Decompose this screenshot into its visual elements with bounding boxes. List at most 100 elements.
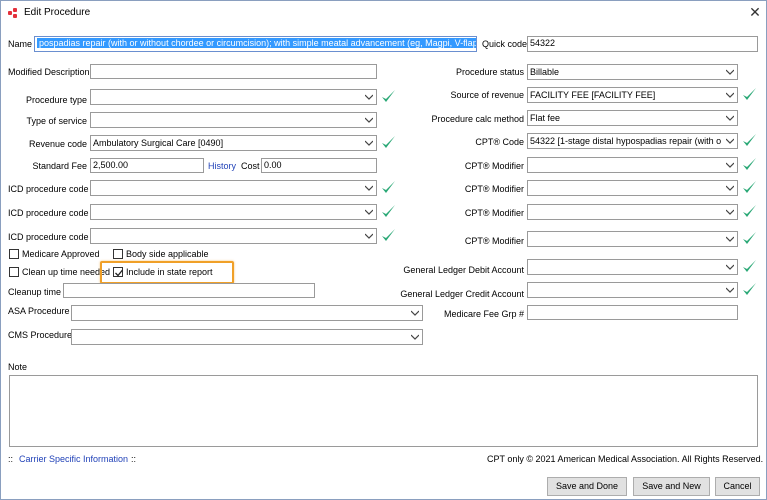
icd-procedure-code-label: ICD procedure code	[8, 232, 89, 242]
cost-label: Cost	[241, 161, 260, 171]
carrier-specific-info-link[interactable]: Carrier Specific Information	[19, 453, 128, 465]
calc-method-value: Flat fee	[530, 113, 561, 123]
source-of-revenue-check-icon[interactable]	[741, 86, 758, 103]
chevron-down-icon	[723, 232, 737, 246]
cleanup-needed-label: Clean up time needed	[22, 267, 111, 277]
chevron-down-icon	[362, 113, 376, 127]
calc-method-label: Procedure calc method	[431, 114, 524, 124]
type-of-service-label: Type of service	[26, 116, 87, 126]
cpt-mod-1-check-icon[interactable]	[741, 156, 758, 173]
type-of-service-select[interactable]	[90, 112, 377, 128]
cleanup-time-input[interactable]	[63, 283, 315, 298]
chevron-down-icon	[723, 88, 737, 102]
cleanup-time-label: Cleanup time	[8, 287, 62, 297]
icd-procedure-code-select-2[interactable]	[90, 204, 377, 220]
history-link[interactable]: History	[208, 160, 236, 172]
procedure-type-select[interactable]	[90, 89, 377, 105]
standard-fee-label: Standard Fee	[32, 161, 87, 171]
gl-debit-select[interactable]	[527, 259, 738, 275]
icd-procedure-code-select-3[interactable]	[90, 228, 377, 244]
source-of-revenue-label: Source of revenue	[450, 90, 524, 100]
cpt-modifier-label: CPT® Modifier	[464, 161, 524, 171]
medicare-fee-grp-label: Medicare Fee Grp #	[443, 309, 524, 319]
name-value: pospadias repair (with or without chorde…	[37, 38, 476, 48]
gl-credit-label: General Ledger Credit Account	[400, 289, 524, 299]
cost-input[interactable]: 0.00	[261, 158, 377, 173]
source-of-revenue-select[interactable]: FACILITY FEE [FACILITY FEE]	[527, 87, 738, 103]
cpt-mod-2-check-icon[interactable]	[741, 179, 758, 196]
cpt-code-value: 54322 [1-stage distal hypospadias repair…	[530, 136, 721, 146]
cpt-modifier-label: CPT® Modifier	[464, 236, 524, 246]
modified-description-input[interactable]	[90, 64, 377, 79]
source-of-revenue-value: FACILITY FEE [FACILITY FEE]	[530, 90, 656, 100]
chevron-down-icon	[723, 260, 737, 274]
medicare-fee-grp-input[interactable]	[527, 305, 738, 320]
modified-description-label: Modified Description	[8, 67, 90, 77]
chevron-down-icon	[362, 205, 376, 219]
cpt-mod-4-check-icon[interactable]	[741, 230, 758, 247]
icd-procedure-code-select-1[interactable]	[90, 180, 377, 196]
note-textarea[interactable]	[9, 375, 758, 447]
cpt-code-select[interactable]: 54322 [1-stage distal hypospadias repair…	[527, 133, 738, 149]
carrier-suffix: ::	[131, 454, 137, 464]
cms-procedure-select[interactable]	[71, 329, 423, 345]
cpt-modifier-select-4[interactable]	[527, 231, 738, 247]
name-label: Name	[8, 39, 33, 49]
cleanup-needed-checkbox[interactable]	[9, 267, 19, 277]
title-bar: Edit Procedure ✕	[1, 1, 766, 25]
highlight-box	[100, 261, 234, 284]
quick-code-input[interactable]: 54322	[527, 36, 758, 52]
revenue-code-select[interactable]: Ambulatory Surgical Care [0490]	[90, 135, 377, 151]
cpt-modifier-select-1[interactable]	[527, 157, 738, 173]
asa-procedure-select[interactable]	[71, 305, 423, 321]
chevron-down-icon	[723, 181, 737, 195]
cpt-modifier-select-3[interactable]	[527, 204, 738, 220]
revenue-code-label: Revenue code	[28, 139, 87, 149]
chevron-down-icon	[723, 134, 737, 148]
calc-method-select[interactable]: Flat fee	[527, 110, 738, 126]
chevron-down-icon	[723, 65, 737, 79]
chevron-down-icon	[723, 205, 737, 219]
cpt-modifier-label: CPT® Modifier	[464, 208, 524, 218]
cms-procedure-label: CMS Procedure	[8, 330, 73, 340]
name-input[interactable]: pospadias repair (with or without chorde…	[34, 36, 477, 52]
gl-debit-label: General Ledger Debit Account	[403, 265, 524, 275]
chevron-down-icon	[723, 158, 737, 172]
save-and-new-button[interactable]: Save and New	[633, 477, 710, 496]
chevron-down-icon	[362, 229, 376, 243]
gl-credit-select[interactable]	[527, 282, 738, 298]
chevron-down-icon	[362, 136, 376, 150]
icd-procedure-code-label: ICD procedure code	[8, 208, 89, 218]
gl-credit-check-icon[interactable]	[741, 281, 758, 298]
medicare-approved-checkbox[interactable]	[9, 249, 19, 259]
standard-fee-input[interactable]: 2,500.00	[90, 158, 204, 173]
body-side-checkbox[interactable]	[113, 249, 123, 259]
save-and-done-button[interactable]: Save and Done	[547, 477, 627, 496]
chevron-down-icon	[408, 330, 422, 344]
icd-procedure-code-label: ICD procedure code	[8, 184, 89, 194]
carrier-prefix: ::	[8, 454, 14, 464]
cpt-mod-3-check-icon[interactable]	[741, 203, 758, 220]
edit-procedure-dialog: Edit Procedure ✕ Name pospadias repair (…	[0, 0, 767, 500]
note-label: Note	[8, 362, 28, 372]
chevron-down-icon	[723, 283, 737, 297]
window-title: Edit Procedure	[24, 7, 91, 18]
procedure-status-label: Procedure status	[455, 67, 524, 77]
asa-procedure-label: ASA Procedure	[8, 306, 70, 316]
chevron-down-icon	[362, 181, 376, 195]
quick-code-label: Quick code	[482, 39, 528, 49]
procedure-type-label: Procedure type	[25, 95, 87, 105]
cancel-button[interactable]: Cancel	[715, 477, 760, 496]
app-logo-icon	[8, 8, 18, 18]
gl-debit-check-icon[interactable]	[741, 258, 758, 275]
chevron-down-icon	[723, 111, 737, 125]
revenue-code-value: Ambulatory Surgical Care [0490]	[93, 138, 224, 148]
cpt-modifier-select-2[interactable]	[527, 180, 738, 196]
cpt-modifier-label: CPT® Modifier	[464, 184, 524, 194]
close-icon[interactable]: ✕	[748, 4, 762, 20]
procedure-status-select[interactable]: Billable	[527, 64, 738, 80]
medicare-approved-label: Medicare Approved	[22, 249, 100, 259]
copyright-notice: CPT only © 2021 American Medical Associa…	[487, 454, 764, 464]
cpt-code-check-icon[interactable]	[741, 132, 758, 149]
body-side-label: Body side applicable	[126, 249, 209, 259]
